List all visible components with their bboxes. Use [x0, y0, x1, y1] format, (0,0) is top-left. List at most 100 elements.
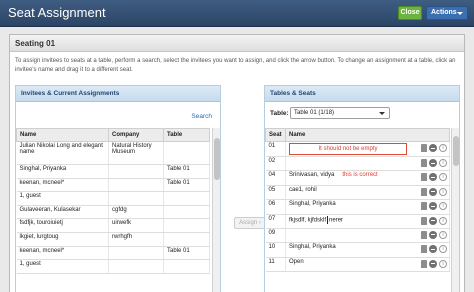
seat-name: Srinivasan, vidya	[289, 172, 335, 179]
seat-row[interactable]: 06 Singhal, Priyanka i	[265, 199, 450, 215]
remove-icon[interactable]	[429, 144, 437, 152]
seat-name-continuation: nerer	[329, 217, 344, 224]
seat-row[interactable]: 07 fkjsdlf, kjfdsklf nerer i	[265, 214, 450, 229]
invitee-name: fsdfjk, touroiuietj	[16, 218, 109, 233]
table-row[interactable]: keenan, mcneel* Table 01	[16, 178, 210, 193]
chair-icon[interactable]	[421, 187, 427, 196]
scrollbar-thumb[interactable]	[214, 138, 220, 180]
seat-row[interactable]: 10 Singhal, Priyanka i	[265, 242, 450, 258]
remove-icon[interactable]	[429, 245, 437, 254]
table-row[interactable]: 1, guest	[16, 259, 210, 274]
scrollbar-thumb[interactable]	[453, 136, 459, 166]
seat-number: 02	[265, 156, 286, 172]
remove-icon[interactable]	[429, 159, 437, 167]
seat-number: 07	[265, 214, 286, 229]
table-select-label: Table:	[270, 110, 289, 117]
seat-name: Singhal, Priyanka	[289, 201, 336, 208]
arrow-right-icon: ›	[258, 220, 261, 226]
section-header: Seating 01	[10, 35, 464, 52]
info-icon[interactable]: i	[439, 202, 447, 211]
invitee-name: keenan, mcneel*	[16, 246, 109, 261]
chair-icon[interactable]	[421, 202, 427, 211]
table-row[interactable]: Singhal, Priyanka Table 01	[16, 164, 210, 179]
seats-scrollbar[interactable]	[451, 128, 459, 292]
seat-row[interactable]: 11 Open i	[265, 257, 450, 273]
invitee-name: 1, guest	[16, 259, 109, 274]
seat-row[interactable]: 01 It should not be empty i	[265, 141, 450, 157]
seat-number: 06	[265, 199, 286, 215]
table-row[interactable]: Gulaveeran, Kulasekar cgfdg	[16, 205, 210, 220]
chair-icon[interactable]	[421, 144, 427, 152]
chair-icon[interactable]	[421, 259, 427, 268]
table-row[interactable]: 1, guest	[16, 191, 210, 206]
instructions-text: To assign invitees to seats at a table, …	[15, 58, 456, 73]
invitee-name: Julian Nikolai Long and elegant name	[16, 141, 109, 165]
info-icon[interactable]: i	[439, 173, 447, 182]
seat-number: 10	[265, 242, 286, 258]
tables-seats-panel: Tables & Seats Table: Table 01 (1/18) Se…	[264, 85, 460, 292]
remove-icon[interactable]	[429, 187, 437, 196]
invitee-name: keenan, mcneel*	[16, 178, 109, 193]
chair-icon[interactable]	[421, 159, 427, 167]
invitees-panel-header: Invitees & Current Assignments	[16, 86, 220, 102]
table-select[interactable]: Table 01 (1/18)	[290, 107, 390, 119]
info-icon[interactable]: i	[439, 159, 447, 167]
invitee-table: Table 01	[163, 178, 210, 193]
chair-icon[interactable]	[421, 230, 427, 239]
seat-name-input[interactable]: It should not be empty	[289, 143, 407, 155]
invitee-company	[108, 259, 164, 274]
tables-seats-title: Tables & Seats	[270, 90, 316, 97]
actions-menu-button[interactable]: Actions	[426, 6, 468, 20]
chair-icon[interactable]	[421, 173, 427, 182]
table-row[interactable]: keenan, mcneel* Table 01	[16, 246, 210, 261]
remove-icon[interactable]	[429, 173, 437, 182]
invitees-panel: Invitees & Current Assignments Search Na…	[15, 85, 221, 292]
column-header-seat-name: Name	[285, 128, 450, 142]
seat-number: 11	[265, 257, 286, 273]
actions-label: Actions	[431, 9, 457, 16]
seat-row[interactable]: 09 i	[265, 228, 450, 244]
title-bar: Seat Assignment Close Actions	[0, 0, 474, 27]
seat-name: Singhal, Priyanka	[289, 244, 336, 251]
app-title: Seat Assignment	[8, 5, 106, 20]
invitee-company: rwrhgfh	[108, 232, 164, 247]
invitee-company	[108, 178, 164, 193]
chair-icon[interactable]	[421, 216, 427, 225]
column-header-company[interactable]: Company	[108, 128, 164, 142]
info-icon[interactable]: i	[439, 245, 447, 254]
seating-section: Seating 01 To assign invitees to seats a…	[9, 34, 465, 292]
remove-icon[interactable]	[429, 202, 437, 211]
seat-name: cae1, rohil	[289, 186, 317, 193]
info-icon[interactable]: i	[439, 230, 447, 239]
table-select-value: Table 01 (1/18)	[294, 110, 335, 116]
info-icon[interactable]: i	[439, 144, 447, 152]
column-header-name[interactable]: Name	[16, 128, 109, 142]
assign-button[interactable]: Assign ›	[234, 217, 266, 229]
remove-icon[interactable]	[429, 216, 437, 225]
chair-icon[interactable]	[421, 245, 427, 254]
invitees-scrollbar[interactable]	[212, 128, 220, 292]
invitee-name: 1, guest	[16, 191, 109, 206]
table-row[interactable]: lkgiet, lurgtoug rwrhgfh	[16, 232, 210, 247]
invitee-company: cgfdg	[108, 205, 164, 220]
seat-row[interactable]: 05 cae1, rohil i	[265, 185, 450, 201]
table-row[interactable]: fsdfjk, touroiuietj uirwefk	[16, 218, 210, 233]
invitee-company	[108, 191, 164, 206]
remove-icon[interactable]	[429, 259, 437, 268]
remove-icon[interactable]	[429, 230, 437, 239]
seat-row[interactable]: 02 i	[265, 156, 450, 172]
seats-table: Seat Name 01 It should not be empty i 02	[265, 128, 450, 273]
column-header-table[interactable]: Table	[163, 128, 210, 142]
close-button[interactable]: Close	[398, 6, 422, 20]
seat-name: Open	[289, 258, 304, 265]
seat-row[interactable]: 04 Srinivasan, vidya this is correct i	[265, 170, 450, 186]
invitee-company	[108, 164, 164, 179]
seat-number: 05	[265, 185, 286, 201]
info-icon[interactable]: i	[439, 216, 447, 225]
invitee-table: Table 01	[163, 164, 210, 179]
text-cursor	[327, 215, 329, 224]
search-link[interactable]: Search	[191, 113, 212, 120]
info-icon[interactable]: i	[439, 259, 447, 268]
table-row[interactable]: Julian Nikolai Long and elegant name Nat…	[16, 141, 210, 165]
info-icon[interactable]: i	[439, 187, 447, 196]
